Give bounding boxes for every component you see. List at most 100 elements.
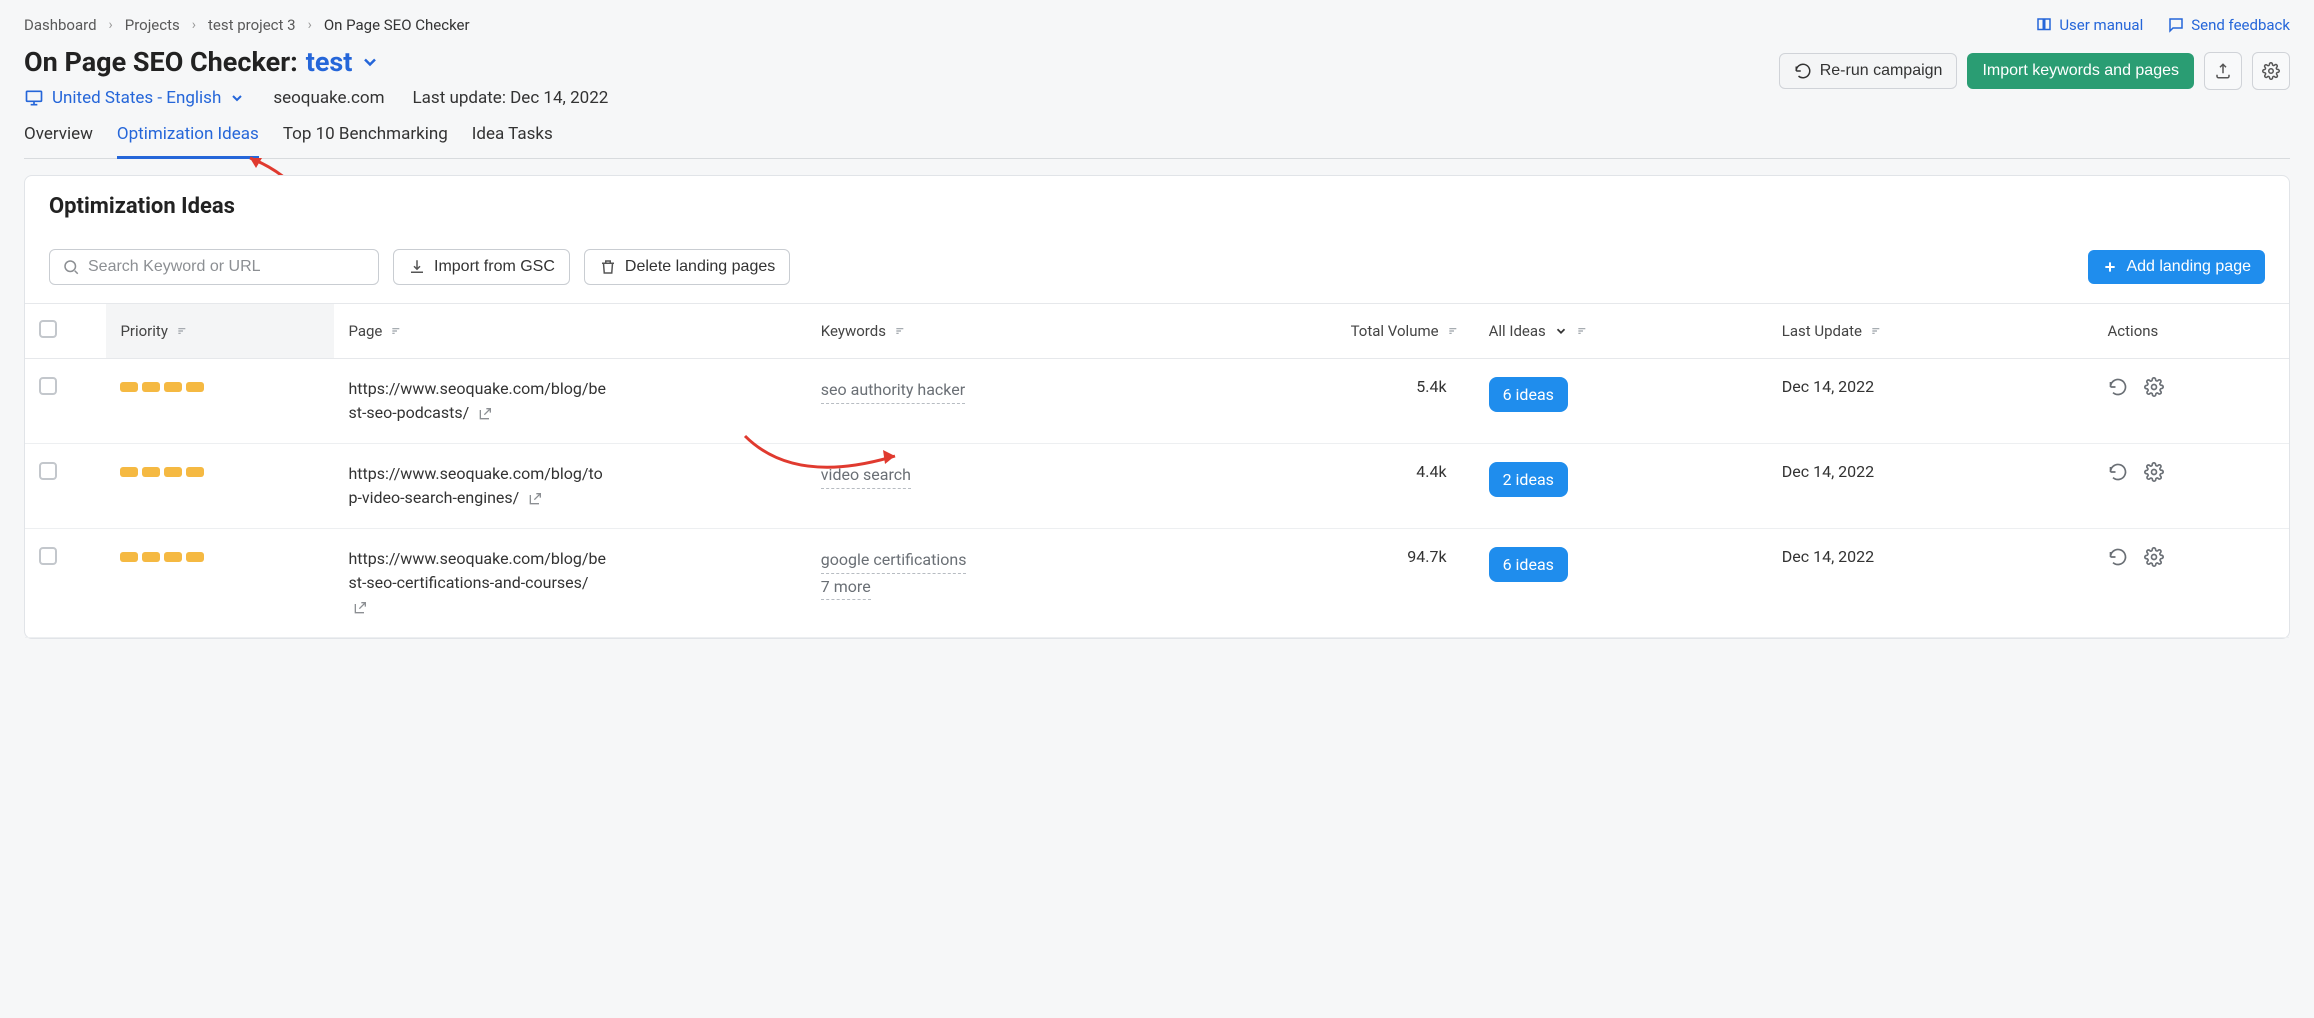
chevron-right-icon: › — [308, 17, 312, 33]
user-manual-link[interactable]: User manual — [2035, 16, 2143, 34]
page-title: On Page SEO Checker: — [24, 46, 298, 78]
page-title-project-link[interactable]: test — [306, 46, 353, 78]
keyword-link[interactable]: video search — [821, 462, 911, 489]
sort-icon[interactable] — [1870, 324, 1884, 338]
locale-label: United States - English — [52, 88, 221, 108]
search-field-wrapper[interactable] — [49, 249, 379, 285]
table-row: https://www.seoquake.com/blog/top-video-… — [25, 444, 2289, 529]
delete-pages-label: Delete landing pages — [625, 258, 775, 276]
send-feedback-link[interactable]: Send feedback — [2167, 16, 2290, 34]
col-priority[interactable]: Priority — [120, 322, 167, 340]
sort-icon[interactable] — [176, 324, 190, 338]
gear-icon[interactable] — [2144, 547, 2164, 567]
table-row: https://www.seoquake.com/blog/best-seo-c… — [25, 529, 2289, 638]
volume-cell: 5.4k — [1214, 359, 1475, 444]
last-update-text: Last update: Dec 14, 2022 — [413, 88, 609, 108]
card-title: Optimization Ideas — [49, 194, 2265, 219]
rerun-campaign-label: Re-run campaign — [1820, 62, 1943, 80]
locale-selector[interactable]: United States - English — [24, 88, 245, 108]
gear-icon[interactable] — [2144, 462, 2164, 482]
sort-icon[interactable] — [1447, 324, 1461, 338]
external-link-icon[interactable] — [352, 600, 368, 616]
last-update-cell: Dec 14, 2022 — [1768, 444, 2094, 529]
import-gsc-button[interactable]: Import from GSC — [393, 249, 570, 285]
table-row: https://www.seoquake.com/blog/best-seo-p… — [25, 359, 2289, 444]
col-actions: Actions — [2108, 322, 2159, 340]
volume-cell: 4.4k — [1214, 444, 1475, 529]
col-keywords[interactable]: Keywords — [821, 322, 886, 340]
chevron-right-icon: › — [192, 17, 196, 33]
volume-cell: 94.7k — [1214, 529, 1475, 638]
book-icon — [2035, 16, 2053, 34]
tab-overview[interactable]: Overview — [24, 116, 93, 158]
gear-icon — [2262, 62, 2280, 80]
export-button[interactable] — [2204, 52, 2242, 90]
page-url[interactable]: https://www.seoquake.com/blog/top-video-… — [348, 462, 608, 510]
plus-icon — [2102, 259, 2118, 275]
last-update-cell: Dec 14, 2022 — [1768, 359, 2094, 444]
tab-idea-tasks[interactable]: Idea Tasks — [472, 116, 553, 158]
trash-icon — [599, 258, 617, 276]
tabs: Overview Optimization Ideas Top 10 Bench… — [24, 116, 2290, 159]
rerun-campaign-button[interactable]: Re-run campaign — [1779, 53, 1958, 89]
refresh-icon — [1794, 62, 1812, 80]
col-volume[interactable]: Total Volume — [1351, 322, 1439, 340]
select-all-checkbox[interactable] — [39, 320, 57, 338]
keyword-link[interactable]: seo authority hacker — [821, 377, 965, 404]
import-keywords-button[interactable]: Import keywords and pages — [1967, 53, 2194, 89]
col-page[interactable]: Page — [348, 322, 382, 340]
search-icon — [62, 258, 80, 276]
refresh-icon[interactable] — [2108, 462, 2128, 482]
row-checkbox[interactable] — [39, 377, 57, 395]
ideas-badge[interactable]: 6 ideas — [1489, 547, 1568, 582]
page-url[interactable]: https://www.seoquake.com/blog/best-seo-p… — [348, 377, 608, 425]
keyword-more-link[interactable]: 7 more — [821, 574, 871, 601]
breadcrumb-project[interactable]: test project 3 — [208, 16, 296, 34]
import-keywords-label: Import keywords and pages — [1982, 62, 2179, 80]
ideas-badge[interactable]: 2 ideas — [1489, 462, 1568, 497]
external-link-icon[interactable] — [477, 406, 493, 422]
export-icon — [2214, 62, 2232, 80]
sort-icon[interactable] — [894, 324, 908, 338]
chat-icon — [2167, 16, 2185, 34]
ideas-badge[interactable]: 6 ideas — [1489, 377, 1568, 412]
refresh-icon[interactable] — [2108, 377, 2128, 397]
chevron-down-icon[interactable] — [1554, 324, 1568, 338]
domain-text: seoquake.com — [273, 88, 384, 108]
priority-bars — [120, 552, 204, 562]
tab-optimization-ideas[interactable]: Optimization Ideas — [117, 116, 259, 159]
col-update[interactable]: Last Update — [1782, 322, 1862, 340]
last-update-cell: Dec 14, 2022 — [1768, 529, 2094, 638]
user-manual-label: User manual — [2059, 16, 2143, 34]
external-link-icon[interactable] — [527, 491, 543, 507]
priority-bars — [120, 467, 204, 477]
breadcrumb-projects[interactable]: Projects — [125, 16, 180, 34]
row-checkbox[interactable] — [39, 547, 57, 565]
row-checkbox[interactable] — [39, 462, 57, 480]
sort-icon[interactable] — [390, 324, 404, 338]
breadcrumb: Dashboard › Projects › test project 3 › … — [24, 16, 2290, 34]
col-ideas[interactable]: All Ideas — [1489, 322, 1546, 340]
import-gsc-label: Import from GSC — [434, 258, 555, 276]
add-landing-page-label: Add landing page — [2126, 258, 2251, 276]
add-landing-page-button[interactable]: Add landing page — [2088, 250, 2265, 284]
keyword-link[interactable]: google certifications — [821, 547, 967, 574]
gear-icon[interactable] — [2144, 377, 2164, 397]
download-icon — [408, 258, 426, 276]
chevron-down-icon — [229, 90, 245, 106]
desktop-icon — [24, 88, 44, 108]
chevron-right-icon: › — [109, 17, 113, 33]
refresh-icon[interactable] — [2108, 547, 2128, 567]
breadcrumb-dashboard[interactable]: Dashboard — [24, 16, 97, 34]
breadcrumb-current: On Page SEO Checker — [324, 16, 470, 34]
search-input[interactable] — [88, 258, 366, 276]
settings-button[interactable] — [2252, 52, 2290, 90]
send-feedback-label: Send feedback — [2191, 16, 2290, 34]
tab-benchmarking[interactable]: Top 10 Benchmarking — [283, 116, 448, 158]
priority-bars — [120, 382, 204, 392]
chevron-down-icon[interactable] — [360, 52, 380, 72]
sort-icon[interactable] — [1576, 324, 1590, 338]
page-url[interactable]: https://www.seoquake.com/blog/best-seo-c… — [348, 547, 608, 619]
delete-pages-button[interactable]: Delete landing pages — [584, 249, 790, 285]
ideas-table: Priority Page Keywords Total Volume All … — [25, 303, 2289, 638]
